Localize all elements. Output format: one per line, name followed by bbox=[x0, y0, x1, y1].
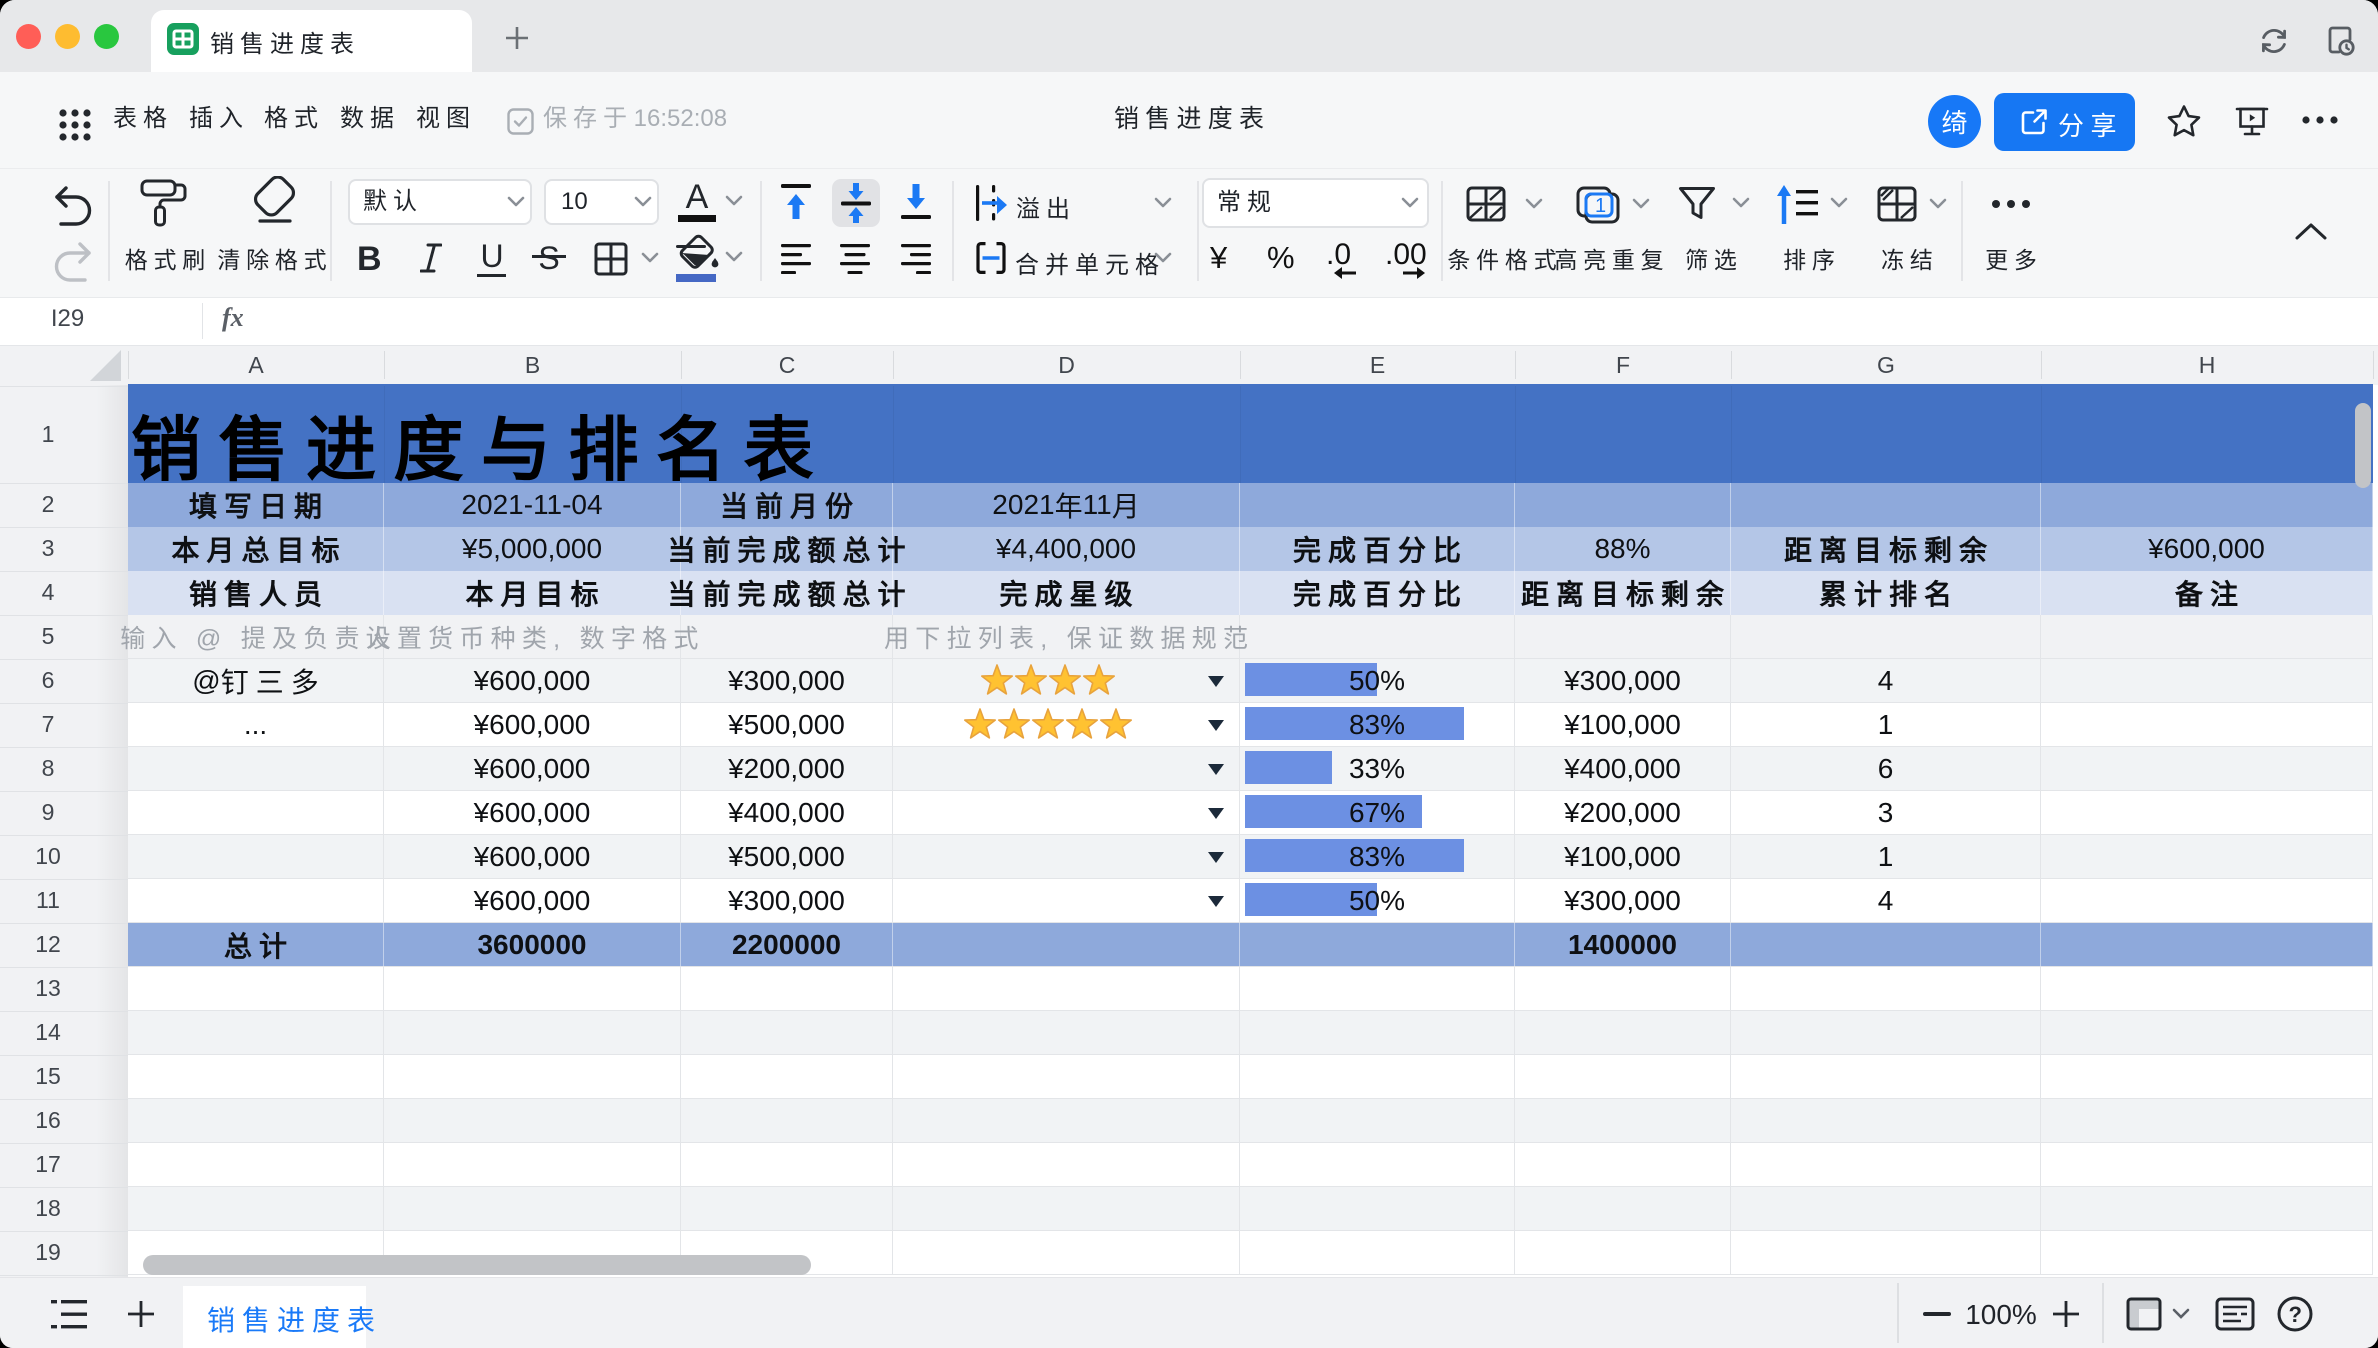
svg-text:.00: .00 bbox=[1385, 240, 1427, 271]
svg-text:.0: .0 bbox=[1326, 240, 1351, 271]
svg-text:?: ? bbox=[2289, 1302, 2302, 1327]
svg-text:1: 1 bbox=[1595, 195, 1606, 217]
